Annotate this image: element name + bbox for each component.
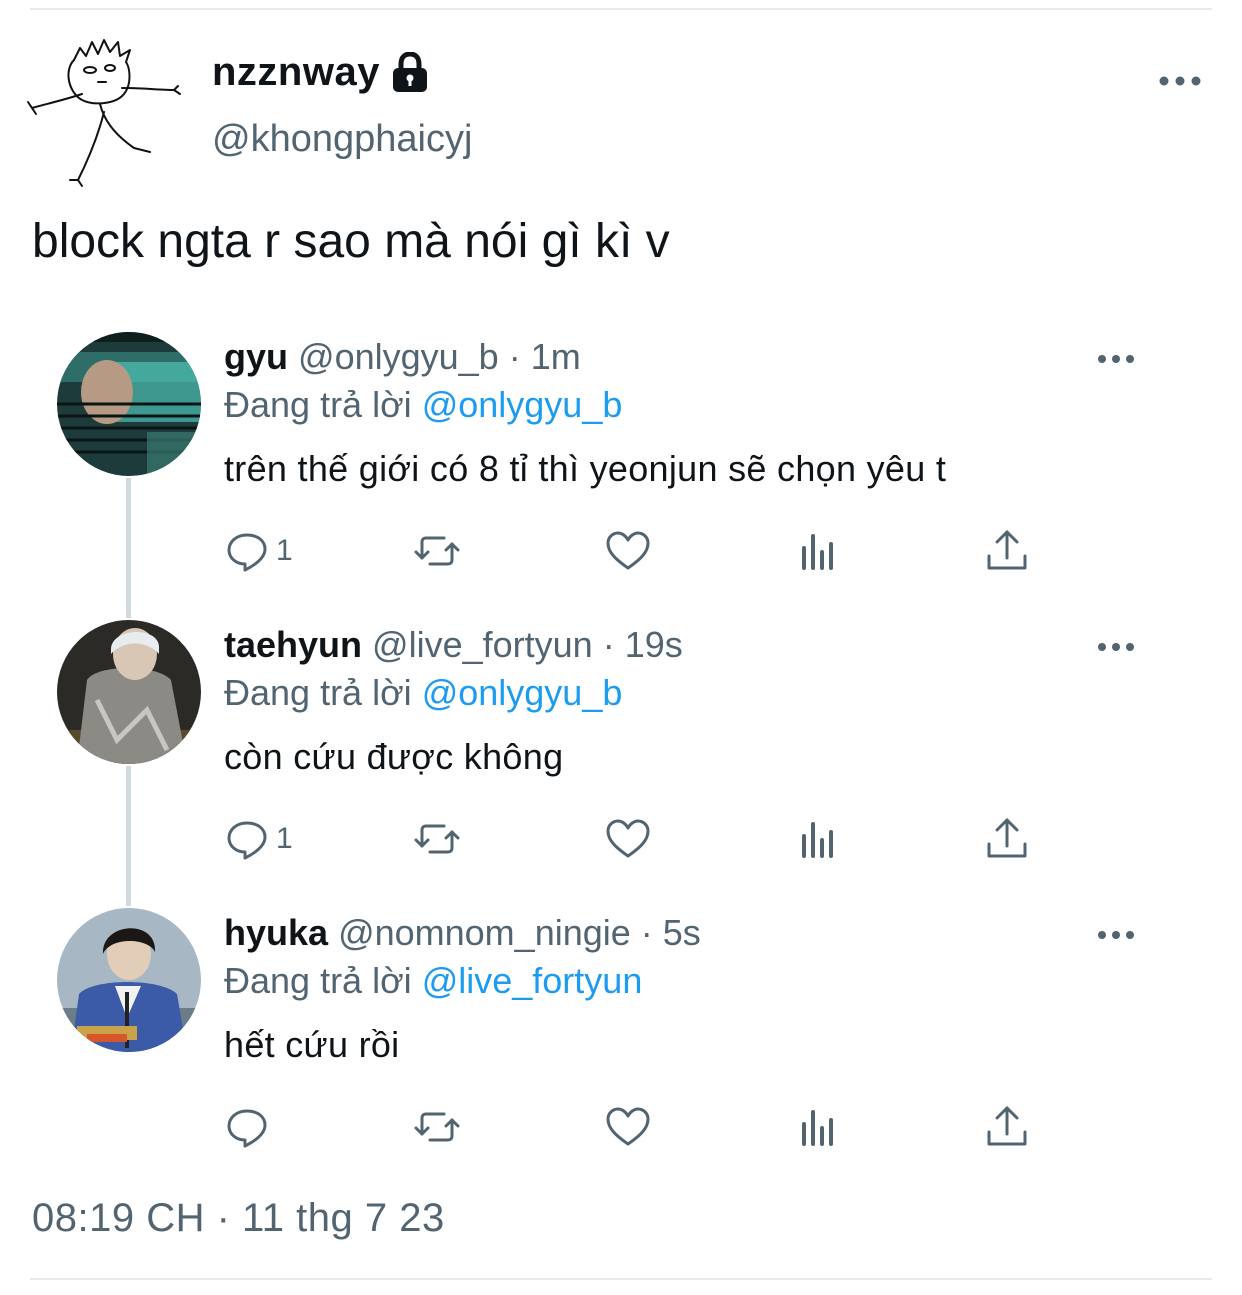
avatar[interactable]: [57, 620, 201, 764]
reply-button[interactable]: [224, 1104, 276, 1150]
bottom-divider: [30, 1278, 1212, 1280]
reply-text: hết cứu rồi: [224, 1024, 400, 1065]
retweet-button[interactable]: [414, 1104, 460, 1150]
share-button[interactable]: [984, 1104, 1030, 1150]
share-button[interactable]: [984, 528, 1030, 574]
reply-button[interactable]: 1: [224, 528, 293, 574]
lock-icon: [390, 50, 430, 94]
replying-label: Đang trả lời: [224, 960, 412, 1001]
retweet-icon: [414, 824, 460, 854]
like-button[interactable]: [605, 1104, 651, 1150]
reply-author-name[interactable]: hyuka: [224, 912, 328, 953]
share-button[interactable]: [984, 816, 1030, 862]
retweet-icon: [414, 536, 460, 566]
retweet-icon: [414, 1112, 460, 1142]
profile-avatar[interactable]: [24, 30, 192, 190]
reply-author-handle[interactable]: @nomnom_ningie: [338, 912, 631, 953]
analytics-button[interactable]: [796, 528, 842, 574]
display-name[interactable]: nzznway: [212, 50, 430, 95]
heart-icon: [606, 1107, 650, 1146]
replying-mention-link[interactable]: @live_fortyun: [422, 960, 643, 1001]
reply-header: gyu @onlygyu_b · 1m: [224, 336, 581, 378]
replying-mention-link[interactable]: @onlygyu_b: [422, 384, 623, 425]
share-icon: [987, 818, 1027, 858]
retweet-button[interactable]: [414, 528, 460, 574]
like-button[interactable]: [605, 528, 651, 574]
analytics-icon: [802, 534, 833, 570]
action-bar: 1: [0, 816, 1242, 866]
heart-icon: [606, 819, 650, 858]
like-button[interactable]: [605, 816, 651, 862]
analytics-button[interactable]: [796, 1104, 842, 1150]
retweet-button[interactable]: [414, 816, 460, 862]
reply-time: · 5s: [640, 912, 701, 953]
replying-to: Đang trả lời @onlygyu_b: [224, 672, 622, 714]
replying-to: Đang trả lời @onlygyu_b: [224, 384, 622, 426]
reply-header: taehyun @live_fortyun · 19s: [224, 624, 683, 666]
reply-count: 1: [276, 534, 293, 567]
replying-to: Đang trả lời @live_fortyun: [224, 960, 642, 1002]
reply-item[interactable]: hyuka @nomnom_ningie · 5s Đang trả lời @…: [0, 908, 1242, 1168]
more-horizontal-icon[interactable]: [1096, 922, 1136, 948]
reply-author-handle[interactable]: @live_fortyun: [372, 624, 593, 665]
reply-button[interactable]: 1: [224, 816, 293, 862]
reply-time: · 19s: [602, 624, 683, 665]
reply-item[interactable]: taehyun @live_fortyun · 19s Đang trả lời…: [0, 620, 1242, 880]
more-horizontal-icon[interactable]: [1158, 66, 1202, 96]
tweet-text: block ngta r sao mà nói gì kì v: [32, 215, 670, 268]
reply-time: · 1m: [508, 336, 581, 377]
reply-text: trên thế giới có 8 tỉ thì yeonjun sẽ chọ…: [224, 448, 947, 489]
reply-author-name[interactable]: taehyun: [224, 624, 362, 665]
analytics-button[interactable]: [796, 816, 842, 862]
action-bar: [0, 1104, 1242, 1154]
action-bar: 1: [0, 528, 1242, 578]
comment-icon: [227, 1109, 267, 1148]
top-divider: [30, 8, 1212, 10]
reply-count: 1: [276, 822, 293, 855]
reply-author-handle[interactable]: @onlygyu_b: [298, 336, 499, 377]
comment-icon: [227, 533, 267, 572]
comment-icon: [227, 821, 267, 860]
share-icon: [987, 1106, 1027, 1146]
avatar[interactable]: [57, 908, 201, 1052]
replying-label: Đang trả lời: [224, 384, 412, 425]
tweet-timestamp[interactable]: 08:19 CH · 11 thg 7 23: [32, 1196, 445, 1241]
replying-label: Đang trả lời: [224, 672, 412, 713]
reply-author-name[interactable]: gyu: [224, 336, 288, 377]
share-icon: [987, 530, 1027, 570]
replying-mention-link[interactable]: @onlygyu_b: [422, 672, 623, 713]
avatar[interactable]: [57, 332, 201, 476]
more-horizontal-icon[interactable]: [1096, 634, 1136, 660]
display-name-text: nzznway: [212, 50, 380, 94]
reply-header: hyuka @nomnom_ningie · 5s: [224, 912, 701, 954]
heart-icon: [606, 531, 650, 570]
user-handle[interactable]: @khongphaicyj: [212, 118, 472, 161]
analytics-icon: [802, 1110, 833, 1146]
reply-item[interactable]: gyu @onlygyu_b · 1m Đang trả lời @onlygy…: [0, 332, 1242, 592]
reply-text: còn cứu được không: [224, 736, 564, 777]
analytics-icon: [802, 822, 833, 858]
more-horizontal-icon[interactable]: [1096, 346, 1136, 372]
